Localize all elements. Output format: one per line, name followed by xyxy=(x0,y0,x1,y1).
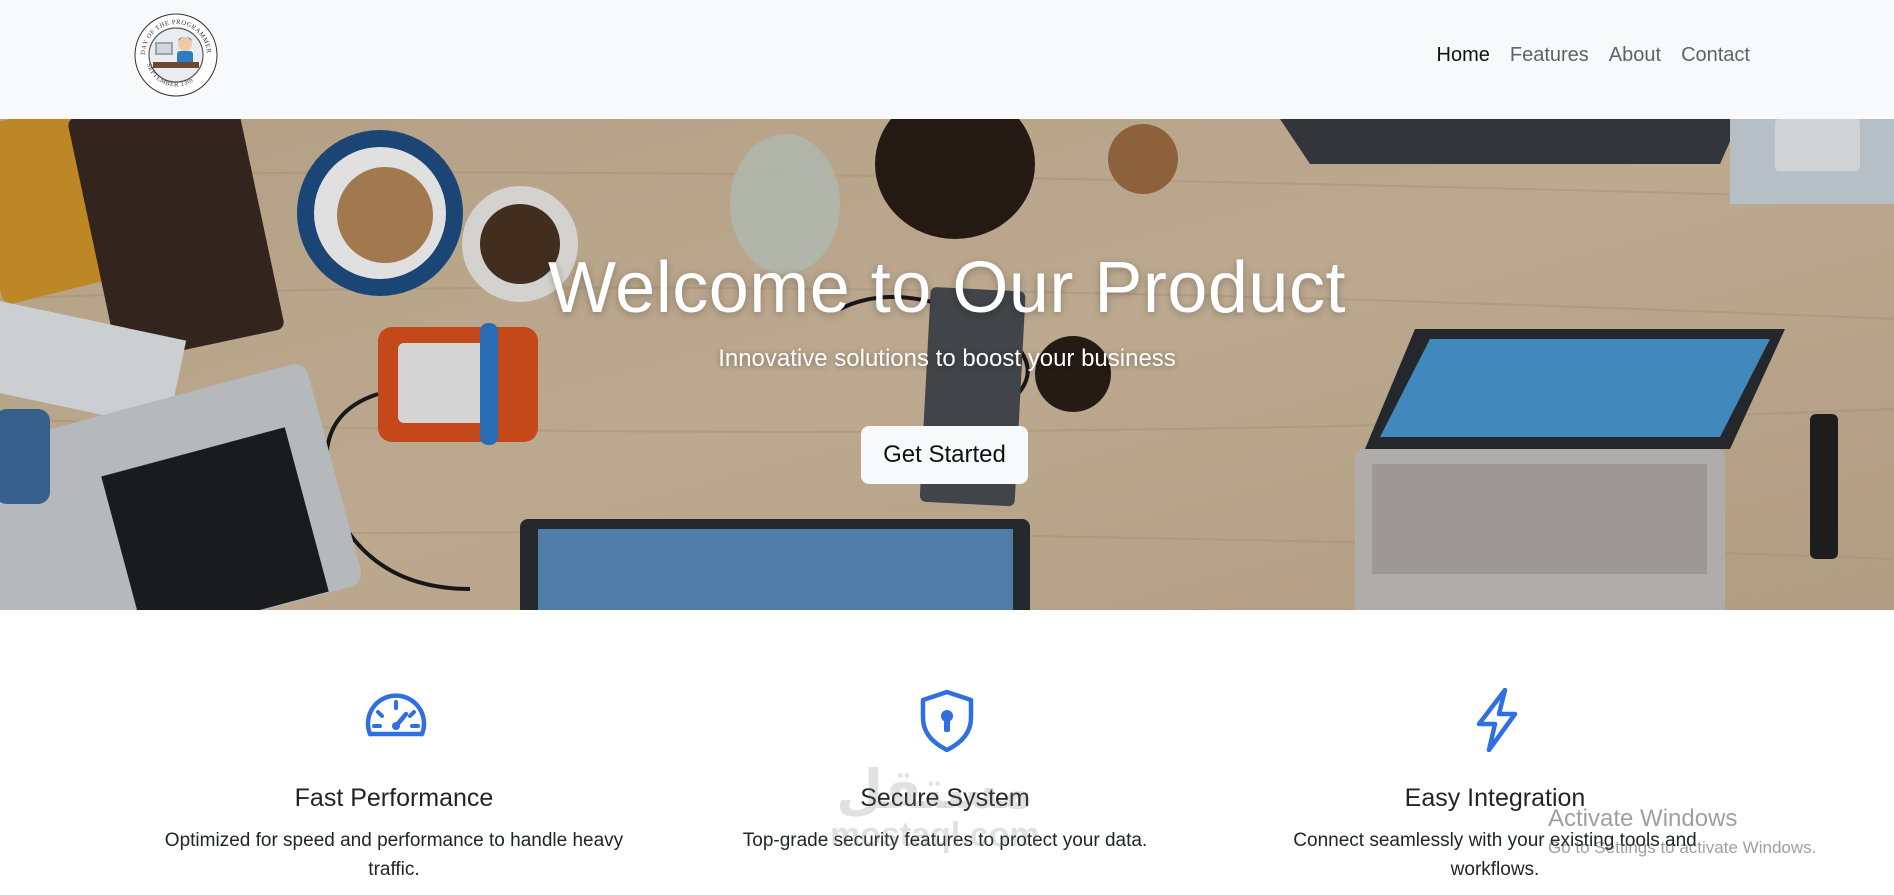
speedometer-icon xyxy=(365,693,427,737)
watermark-english-text: mostaql.com xyxy=(830,816,1040,854)
watermark-arabic-text: مستقل xyxy=(836,758,1034,821)
hero-section: Welcome to Our Product Innovative soluti… xyxy=(0,119,1894,610)
shield-lock-icon xyxy=(920,689,974,752)
feature-description: Optimized for speed and performance to h… xyxy=(164,830,624,880)
brand-logo[interactable]: DAY OF THE PROGRAMMER SEPTEMBER 13th xyxy=(133,12,219,98)
programmer-avatar-logo-icon: DAY OF THE PROGRAMMER SEPTEMBER 13th xyxy=(134,13,218,97)
activate-windows-watermark: Activate Windows Go to Settings to activ… xyxy=(1548,804,1816,860)
hero-subtitle: Innovative solutions to boost your busin… xyxy=(718,345,1176,372)
feature-title: Fast Performance xyxy=(294,784,494,812)
mostaql-watermark: مستقل mostaql.com xyxy=(830,758,1040,854)
nav-link-about[interactable]: About xyxy=(1609,42,1661,68)
nav-link-contact[interactable]: Contact xyxy=(1681,42,1750,68)
main-nav: Home Features About Contact xyxy=(1437,42,1751,68)
activate-windows-title: Activate Windows xyxy=(1548,805,1738,832)
lightning-icon xyxy=(1476,688,1518,752)
navbar: DAY OF THE PROGRAMMER SEPTEMBER 13th Hom… xyxy=(0,0,1894,119)
nav-link-home[interactable]: Home xyxy=(1437,42,1490,68)
get-started-button[interactable]: Get Started xyxy=(861,426,1028,484)
hero-title: Welcome to Our Product xyxy=(548,248,1346,328)
activate-windows-subtitle: Go to Settings to activate Windows. xyxy=(1548,838,1817,857)
nav-link-features[interactable]: Features xyxy=(1510,42,1589,68)
